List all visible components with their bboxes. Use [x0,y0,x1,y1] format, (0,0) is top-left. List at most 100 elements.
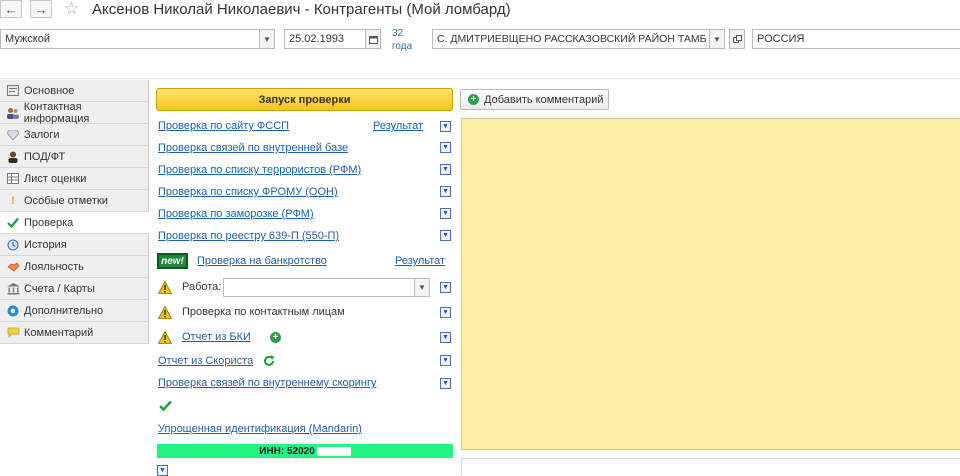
fromu-check-link[interactable]: Проверка по списку ФРОМУ (ООН) [158,186,338,198]
checkmark-icon [6,216,20,230]
birthplace-field[interactable]: С. ДМИТРИЕВЩЕНО РАССКАЗОВСКИЙ РАЙОН ТАМБ [432,29,710,49]
freeze-expand-button[interactable]: ▼ [440,208,451,219]
work-expand-button[interactable]: ▼ [440,282,451,293]
redaction-mask [316,446,351,456]
sidebar-item-osnovnoe[interactable]: Основное [0,80,149,102]
sidebar-item-label: Контактная информация [23,100,90,125]
freeze-check-link[interactable]: Проверка по заморозке (РФМ) [158,208,314,220]
copy-icon [732,34,742,43]
sidebar-item-scheta-karty[interactable]: Счета / Карты [0,278,149,300]
internal-scoring-expand-button[interactable]: ▼ [440,378,451,389]
work-field[interactable] [223,278,415,297]
work-dropdown-button[interactable]: ▼ [414,278,430,297]
contacts-expand-button[interactable]: ▼ [440,307,451,318]
sidebar-item-istoriya[interactable]: История [0,234,149,256]
sidebar-item-loyalnost[interactable]: Лояльность [0,256,149,278]
bank-icon [6,282,20,296]
comment-icon [6,326,20,340]
fssp-check-link[interactable]: Проверка по сайту ФССП [158,120,289,132]
chevron-down-icon: ▼ [442,380,449,387]
sidebar-item-list-ocenki[interactable]: Лист оценки [0,168,149,190]
sidebar-item-proverka[interactable]: Проверка [0,212,149,234]
sidebar: Основное Контактная информация Залоги ПО… [0,80,150,347]
inn-text: ИНН: 52020 [259,445,315,457]
warning-icon [158,306,172,319]
contacts-check-label: Проверка по контактным лицам [182,306,345,318]
history-icon [6,238,20,252]
chevron-down-icon: ▼ [442,188,449,195]
window-title: Аксенов Николай Николаевич - Контрагенты… [92,1,511,18]
age-value: 32 [392,28,404,39]
fssp-result-link[interactable]: Результат [373,120,423,132]
forward-button[interactable]: → [30,0,52,18]
sidebar-item-label: Особые отметки [24,194,108,207]
new-badge: new! [157,253,188,269]
add-comment-button[interactable]: + Добавить комментарий [460,89,609,110]
gender-field[interactable]: Мужской [0,29,260,49]
bankruptcy-check-link[interactable]: Проверка на банкротство [197,255,327,267]
chevron-down-icon: ▼ [418,283,426,292]
chevron-down-icon: ▼ [159,467,166,474]
table-icon [6,172,20,186]
registry-expand-button[interactable]: ▼ [440,230,451,241]
back-button[interactable]: ← [0,0,22,18]
sidebar-item-label: Залоги [24,128,60,141]
sidebar-item-contact-info[interactable]: Контактная информация [0,100,149,125]
sidebar-item-zalogi[interactable]: Залоги [0,124,149,146]
comment-footer-field[interactable] [461,458,960,475]
chevron-down-icon: ▼ [442,357,449,364]
sidebar-item-label: Лист оценки [24,172,87,185]
internal-links-check-link[interactable]: Проверка связей по внутренней базе [158,142,348,154]
work-label: Работа: [182,281,222,293]
loyalty-icon [6,260,20,274]
gear-icon [6,304,20,318]
bottom-expand-button[interactable]: ▼ [157,465,168,476]
registry-check-link[interactable]: Проверка по реестру 639-П (550-П) [158,230,339,242]
arrow-right-icon: → [34,1,48,17]
add-comment-label: Добавить комментарий [484,93,604,106]
birthplace-dropdown-button[interactable]: ▼ [709,29,725,49]
sidebar-item-label: История [24,238,67,251]
terrorists-check-link[interactable]: Проверка по списку террористов (РФМ) [158,164,361,176]
sidebar-item-pod-ft[interactable]: ПОД/ФТ [0,146,149,168]
arrow-left-icon: ← [4,1,18,17]
scorista-report-link[interactable]: Отчет из Скориста [158,355,253,367]
terrorists-expand-button[interactable]: ▼ [440,164,451,175]
fromu-expand-button[interactable]: ▼ [440,186,451,197]
diamond-icon [6,128,20,142]
chevron-down-icon: ▼ [442,144,449,151]
fssp-expand-button[interactable]: ▼ [440,121,451,132]
bankruptcy-result-link[interactable]: Результат [395,255,445,267]
internal-scoring-link[interactable]: Проверка связей по внутреннему скорингу [158,377,376,389]
calendar-button[interactable] [365,29,381,49]
sidebar-item-label: Лояльность [24,260,84,273]
favorite-star-icon[interactable]: ☆ [64,0,79,19]
country-field[interactable]: РОССИЯ [752,29,960,49]
scorista-expand-button[interactable]: ▼ [440,355,451,366]
bki-expand-button[interactable]: ▼ [440,332,451,343]
chevron-down-icon: ▼ [442,232,449,239]
sidebar-item-kommentariy[interactable]: Комментарий [0,322,149,344]
comment-textarea[interactable] [461,118,960,450]
header-divider [0,78,960,79]
birthplace-open-button[interactable] [729,29,745,49]
calendar-icon [368,35,378,44]
chevron-down-icon: ▼ [263,34,271,44]
birth-date-field[interactable]: 25.02.1993 [284,29,366,49]
warning-icon [158,281,172,294]
age-unit-label: года [392,41,413,52]
sidebar-item-dopolnitelno[interactable]: Дополнительно [0,300,149,322]
run-check-button[interactable]: Запуск проверки [156,88,453,111]
exclamation-icon: ! [11,194,15,207]
chevron-down-icon: ▼ [442,166,449,173]
sidebar-item-osobye-otmetki[interactable]: ! Особые отметки [0,190,149,212]
mandarin-identification-link[interactable]: Упрощенная идентификация (Mandarin) [158,423,362,435]
warning-icon [158,331,172,344]
refresh-icon[interactable] [263,355,275,367]
bki-report-link[interactable]: Отчет из БКИ [182,331,251,343]
chevron-down-icon: ▼ [442,309,449,316]
add-circle-icon[interactable]: + [270,332,281,343]
gender-dropdown-button[interactable]: ▼ [259,29,275,49]
internal-links-expand-button[interactable]: ▼ [440,142,451,153]
contacts-icon [6,106,20,120]
